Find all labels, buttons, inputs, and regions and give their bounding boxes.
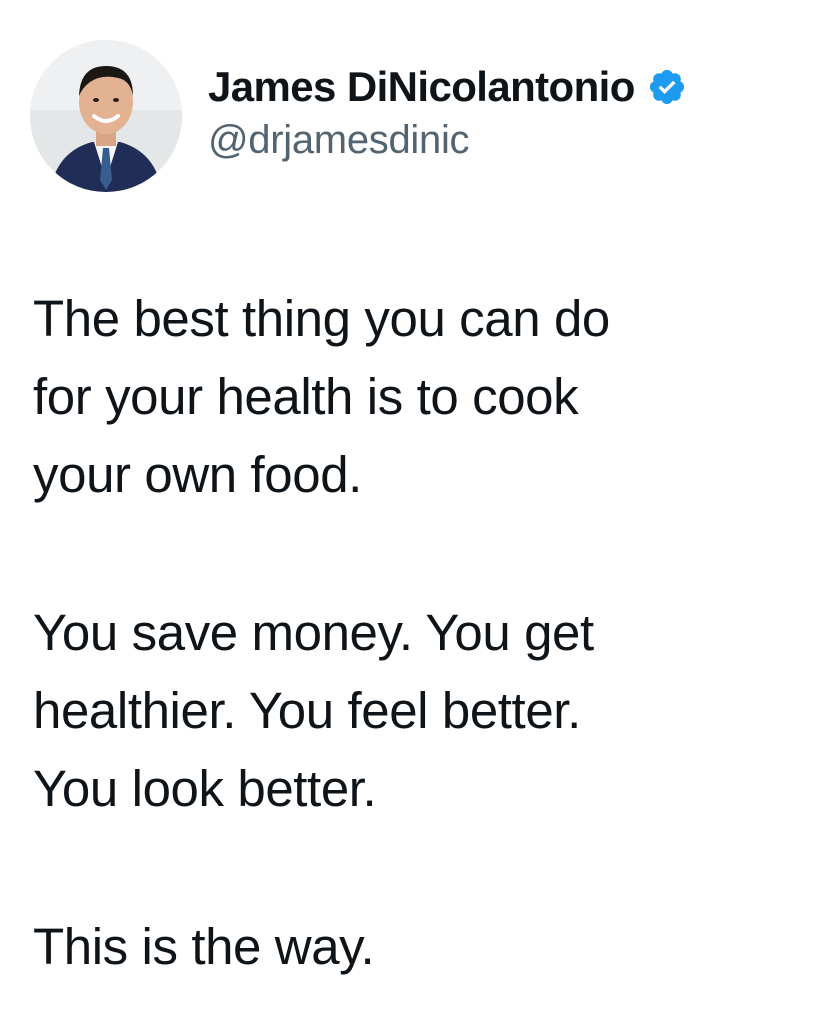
- tweet-card: James DiNicolantonio @drjamesdinic The b…: [0, 0, 827, 1024]
- display-name[interactable]: James DiNicolantonio: [208, 63, 635, 111]
- profile-photo: [30, 40, 182, 192]
- tweet-line: for your health is to cook: [33, 368, 579, 425]
- author-names: James DiNicolantonio @drjamesdinic: [208, 62, 687, 163]
- tweet-line: your own food.: [33, 446, 362, 503]
- tweet-line: healthier. You feel better.: [33, 682, 581, 739]
- verified-badge-icon: [647, 67, 687, 107]
- tweet-text: The best thing you can do for your healt…: [33, 280, 813, 986]
- tweet-header: James DiNicolantonio @drjamesdinic: [30, 40, 820, 192]
- tweet-paragraph: You save money. You get healthier. You f…: [33, 594, 813, 828]
- avatar[interactable]: [30, 40, 182, 192]
- author-handle[interactable]: @drjamesdinic: [208, 118, 687, 163]
- tweet-line: You look better.: [33, 760, 377, 817]
- tweet-line: This is the way.: [33, 918, 375, 975]
- tweet-line: The best thing you can do: [33, 290, 610, 347]
- display-name-row: James DiNicolantonio: [208, 62, 687, 112]
- tweet-paragraph: The best thing you can do for your healt…: [33, 280, 813, 514]
- tweet-line: You save money. You get: [33, 604, 594, 661]
- tweet-paragraph: This is the way.: [33, 908, 813, 986]
